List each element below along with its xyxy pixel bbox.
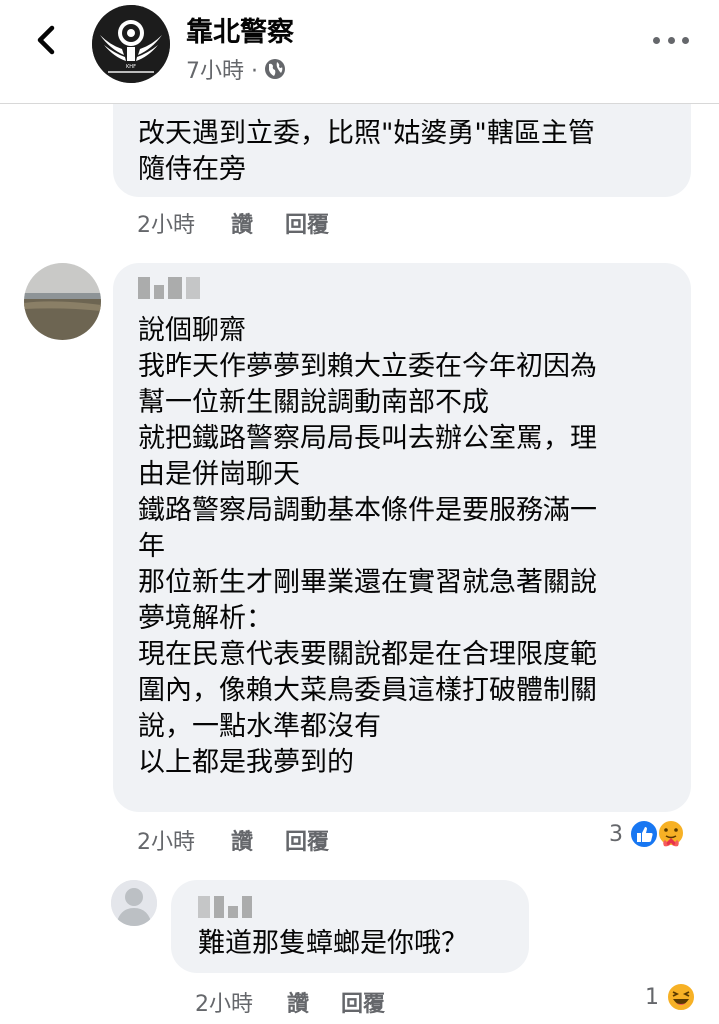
reaction-count: 3: [609, 821, 623, 847]
like-button[interactable]: 讚: [231, 207, 253, 239]
haha-reaction-icon: [666, 982, 696, 1012]
comment-time[interactable]: 2小時: [137, 207, 195, 239]
more-icon: [653, 36, 660, 44]
beach-photo-avatar: [24, 263, 101, 340]
reaction-count: 1: [645, 984, 659, 1010]
more-options-button[interactable]: [653, 30, 689, 50]
reaction-summary[interactable]: 1: [645, 981, 697, 1013]
comment-text: 說個聊齋 我昨天作夢夢到賴大立委在今年初因為 幫一位新生關說調動南部不成 就把鐵…: [138, 315, 597, 778]
police-emblem-logo: KHF: [92, 5, 170, 83]
page-avatar[interactable]: KHF: [92, 5, 170, 83]
reply-button[interactable]: 回覆: [341, 986, 385, 1018]
post-header: KHF 靠北警察 7小時 ·: [0, 0, 719, 104]
post-meta: 7小時 ·: [186, 53, 286, 85]
like-button[interactable]: 讚: [231, 824, 253, 856]
comment-time[interactable]: 2小時: [195, 986, 253, 1018]
comment-actions: 2小時 讚 回覆: [137, 207, 329, 239]
avatar[interactable]: [24, 263, 101, 340]
default-avatar-icon: [111, 880, 157, 926]
comment-time[interactable]: 2小時: [137, 824, 195, 856]
comment-text: 難道那隻蟑螂是你哦？: [198, 928, 468, 959]
like-button[interactable]: 讚: [287, 986, 309, 1018]
reaction-summary[interactable]: 3: [609, 818, 687, 850]
avatar[interactable]: [111, 880, 157, 926]
commenter-name-redacted[interactable]: [198, 896, 252, 920]
svg-text:KHF: KHF: [126, 64, 136, 70]
chevron-left-icon: [37, 25, 55, 55]
reply-button[interactable]: 回覆: [285, 824, 329, 856]
page-name[interactable]: 靠北警察: [186, 10, 294, 49]
comment-bubble: 難道那隻蟑螂是你哦？: [171, 880, 529, 973]
comment-text: 改天遇到立委，比照"姑婆勇"轄區主管 隨侍在旁: [138, 118, 595, 185]
comment-actions: 2小時 讚 回覆: [195, 986, 385, 1018]
comment-bubble: 說個聊齋 我昨天作夢夢到賴大立委在今年初因為 幫一位新生關說調動南部不成 就把鐵…: [113, 263, 691, 812]
globe-icon: [264, 59, 285, 79]
reply-button[interactable]: 回覆: [285, 207, 329, 239]
post-time[interactable]: 7小時 ·: [186, 53, 258, 85]
commenter-name-redacted[interactable]: [138, 277, 200, 303]
care-reaction-icon: [657, 819, 685, 847]
comment-actions: 2小時 讚 回覆: [137, 824, 329, 856]
back-button[interactable]: [28, 20, 68, 60]
